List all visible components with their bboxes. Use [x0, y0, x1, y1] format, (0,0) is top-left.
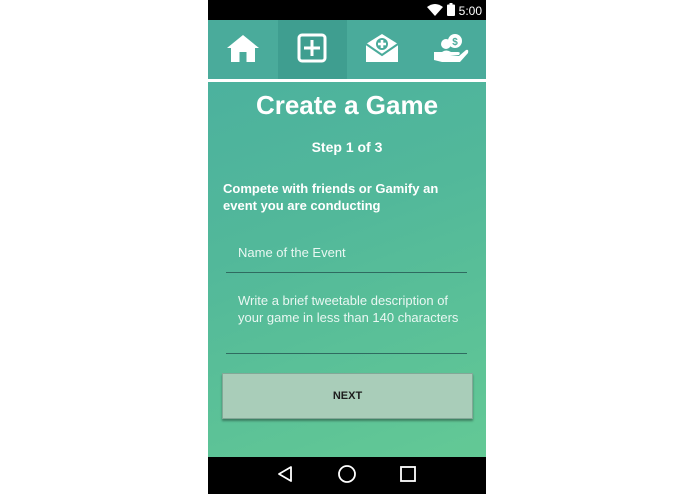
nav-invites[interactable]	[347, 20, 417, 79]
top-navigation: $	[208, 20, 486, 82]
create-game-form: Create a Game Step 1 of 3 Compete with f…	[208, 82, 486, 457]
mail-plus-icon	[364, 32, 400, 68]
wifi-icon	[426, 3, 443, 19]
recents-icon	[399, 465, 417, 487]
phone-frame: 5:00 $ Create a Game Step 1 of 3 Compete…	[208, 0, 486, 494]
battery-icon	[446, 3, 455, 19]
svg-text:$: $	[452, 37, 458, 48]
status-time: 5:00	[458, 4, 482, 18]
nav-create[interactable]	[277, 20, 347, 79]
home-circle-icon	[337, 464, 357, 488]
status-bar: 5:00	[208, 0, 486, 20]
home-icon	[226, 33, 260, 67]
nav-home[interactable]	[208, 20, 278, 79]
coin-hand-icon: $	[433, 32, 469, 68]
status-icons: 5:00	[426, 3, 482, 19]
system-navigation-bar	[208, 457, 486, 494]
page-title: Create a Game	[255, 90, 439, 120]
nav-rewards[interactable]: $	[417, 20, 487, 79]
plus-square-icon	[297, 33, 327, 67]
intro-text: Compete with friends or Gamify an event …	[223, 181, 439, 213]
app-screen: $ Create a Game Step 1 of 3 Compete with…	[208, 20, 486, 457]
home-button[interactable]	[334, 463, 360, 489]
event-name-input[interactable]: Name of the Event	[226, 244, 467, 273]
next-button[interactable]: NEXT	[222, 373, 473, 419]
back-button[interactable]	[272, 463, 298, 489]
back-icon	[276, 465, 294, 487]
description-input[interactable]: Write a brief tweetable description of y…	[226, 292, 467, 354]
step-indicator: Step 1 of 3	[311, 139, 383, 155]
recents-button[interactable]	[395, 463, 421, 489]
